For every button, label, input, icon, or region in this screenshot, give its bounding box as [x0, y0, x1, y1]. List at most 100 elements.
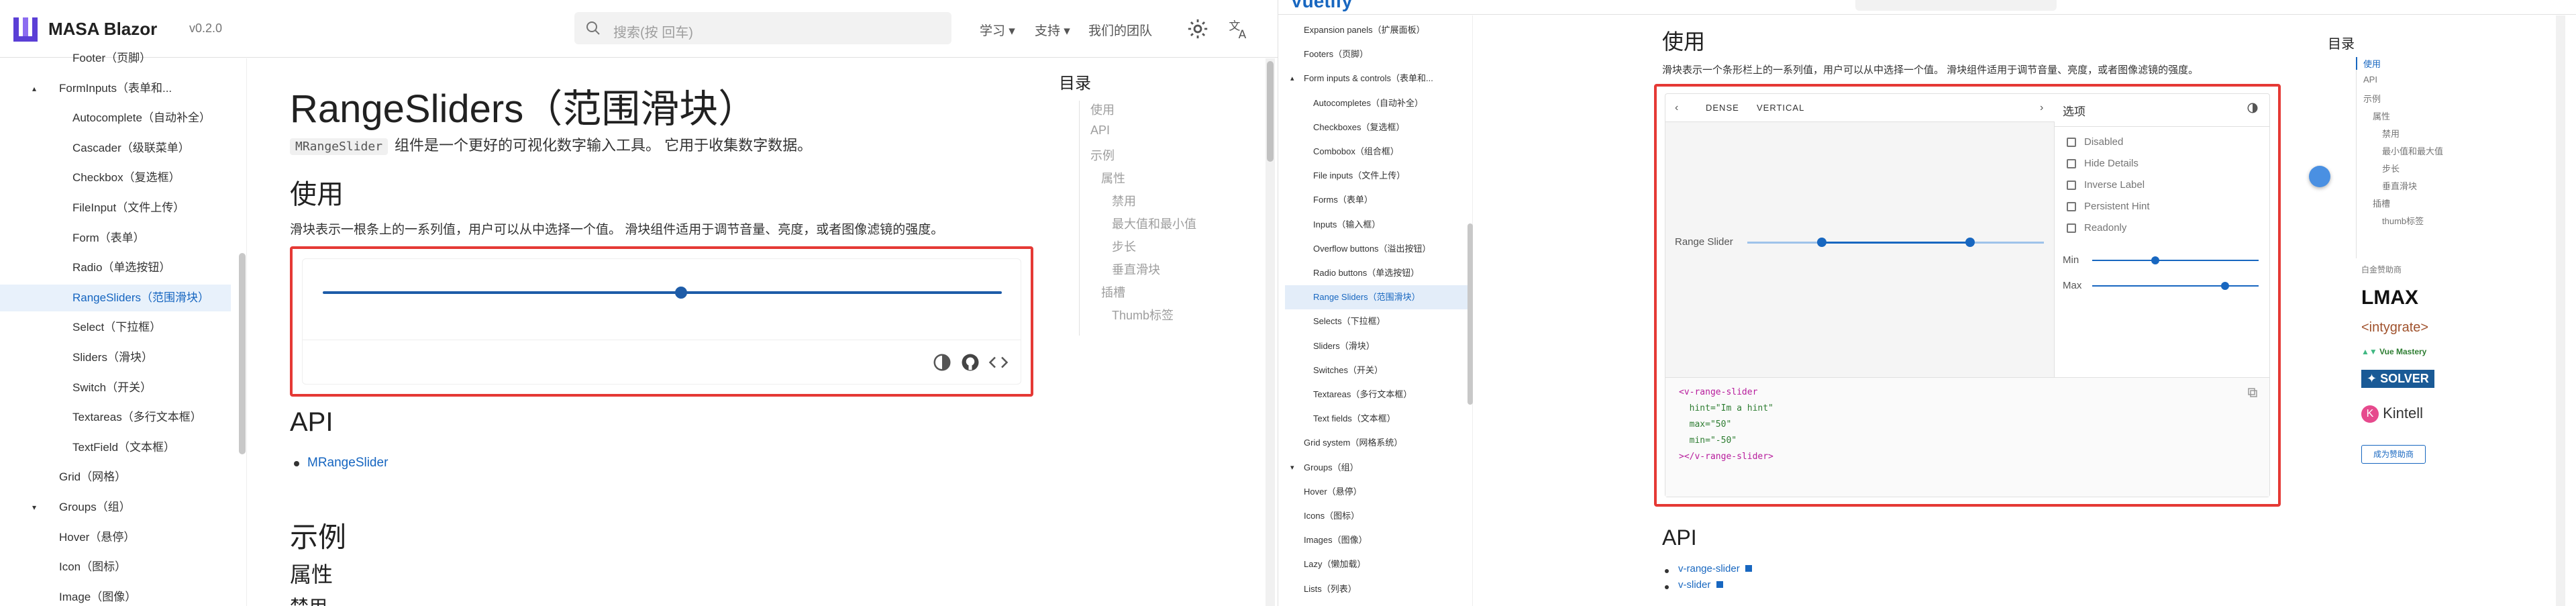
sponsor-solver[interactable]: ✦ SOLVER [2361, 370, 2434, 388]
sidebar-item[interactable]: Combobox（组合框） [1285, 140, 1467, 164]
toc-item[interactable]: 最大值和最小值 [1112, 215, 1196, 232]
theme-toggle-icon[interactable] [932, 352, 952, 372]
sidebar-item[interactable]: Switches（开关） [1285, 358, 1467, 383]
vertical-tab[interactable]: VERTICAL [1757, 103, 1804, 113]
nav-team[interactable]: 我们的团队 [1088, 21, 1152, 39]
slider-thumb[interactable] [675, 287, 687, 299]
gear-icon[interactable] [1186, 17, 1209, 40]
sidebar-item[interactable]: Lazy（懒加载） [1285, 552, 1467, 576]
toc-item[interactable]: 属性 [1101, 169, 1125, 187]
sidebar-item[interactable]: Autocompletes（自动补全） [1285, 91, 1467, 115]
max-slider-thumb[interactable] [2221, 282, 2230, 290]
sidebar-item[interactable]: Radio buttons（单选按钮） [1285, 261, 1467, 285]
max-slider-track[interactable] [2092, 282, 2259, 290]
sponsor-kintell[interactable]: K Kintell [2361, 405, 2423, 423]
code-icon[interactable] [988, 352, 1009, 372]
toc-item[interactable]: 使用 [1090, 101, 1115, 118]
main-scrollbar[interactable] [2556, 15, 2565, 606]
option-checkbox[interactable] [2067, 181, 2076, 190]
sidebar-item[interactable]: Groups（组） ▾ [1285, 456, 1467, 480]
brand-name[interactable]: MASA Blazor [48, 19, 157, 40]
sidebar-item[interactable]: Sliders（滑块） [0, 344, 231, 371]
toc-item[interactable]: 示例 [1090, 146, 1115, 164]
dense-tab[interactable]: DENSE [1706, 103, 1739, 113]
copy-icon[interactable] [2247, 387, 2259, 399]
api-link-v-slider[interactable]: v-slider [1678, 579, 1723, 591]
sidebar-item[interactable]: Form inputs & controls（表单和... ▴ [1285, 66, 1467, 91]
sidebar-item[interactable]: Range Sliders（范围滑块） [1285, 285, 1467, 310]
sidebar-item[interactable]: Selects（下拉框） [1285, 309, 1467, 334]
option-checkbox[interactable] [2067, 202, 2076, 211]
option-checkbox[interactable] [2067, 138, 2076, 147]
toc-item[interactable]: 步长 [2382, 162, 2400, 174]
sidebar-item[interactable]: Form（表单） [0, 225, 231, 252]
github-icon[interactable] [960, 352, 980, 372]
min-slider-track[interactable] [2092, 256, 2259, 264]
sponsor-lmax[interactable]: LMAX [2361, 287, 2418, 309]
chevron-left-icon[interactable]: ‹ [1675, 102, 1679, 114]
sidebar-item[interactable]: Expansion panels（扩展面板） [1285, 18, 1467, 42]
sidebar-item[interactable]: FormInputs（表单和... ▴ [0, 75, 231, 102]
option-checkbox[interactable] [2067, 223, 2076, 233]
toc-item[interactable]: 垂直滑块 [1112, 260, 1160, 278]
toc-item[interactable]: API [1090, 123, 1110, 138]
sidebar-item[interactable]: Select（下拉框） [0, 314, 231, 341]
nav-learn[interactable]: 学习 ▾ [980, 21, 1015, 39]
sidebar-item[interactable]: Radio（单选按钮） [0, 254, 231, 281]
sidebar-item[interactable]: Hover（悬停） [1285, 480, 1467, 504]
api-link-mrangeslider[interactable]: MRangeSlider [307, 456, 388, 470]
sidebar-item[interactable]: Icons（图标） [1285, 504, 1467, 528]
theme-toggle-icon[interactable] [2247, 102, 2259, 114]
sidebar-item[interactable]: Autocomplete（自动补全） [0, 105, 231, 132]
sponsor-vue-mastery[interactable]: ▲▼ Vue Mastery [2361, 347, 2426, 356]
sidebar-item[interactable]: Overflow buttons（溢出按钮） [1285, 237, 1467, 261]
option-checkbox[interactable] [2067, 159, 2076, 168]
sidebar-item[interactable]: Footers（页脚） [1285, 42, 1467, 66]
sidebar-scrollbar-thumb[interactable] [1467, 223, 1473, 405]
become-sponsor-button[interactable]: 成为赞助商 [2361, 445, 2426, 464]
sidebar-item[interactable]: Lists（列表） [1285, 577, 1467, 601]
chevron-up-icon[interactable]: ▴ [32, 84, 42, 93]
sidebar-item[interactable]: Footer（页脚） [0, 45, 231, 72]
sidebar-item[interactable]: Groups（组） ▾ [0, 494, 231, 521]
sidebar-item[interactable]: FileInput（文件上传） [0, 195, 231, 221]
toc-item[interactable]: 插槽 [1101, 283, 1125, 301]
api-link-v-range-slider[interactable]: v-range-slider [1678, 563, 1752, 574]
toc-item[interactable]: 属性 [2373, 109, 2390, 122]
search-input[interactable]: 搜索(按 回车) [574, 12, 951, 44]
sidebar-item[interactable]: TextField（文本框） [0, 434, 231, 461]
range-thumb-max[interactable] [1965, 238, 1975, 247]
sidebar-item[interactable]: Switch（开关） [0, 374, 231, 401]
sidebar-item[interactable]: Textareas（多行文本框） [0, 404, 231, 431]
sidebar-item[interactable]: Grid system（网格系统） [1285, 431, 1467, 455]
sidebar-item[interactable]: Text fields（文本框） [1285, 407, 1467, 431]
sidebar-item[interactable]: Checkboxes（复选框） [1285, 115, 1467, 140]
toc-item[interactable]: 禁用 [2382, 127, 2400, 140]
sidebar-item[interactable]: Image（图像） [0, 584, 231, 606]
sidebar-item[interactable]: Inputs（输入框） [1285, 213, 1467, 237]
range-slider-track[interactable] [1747, 238, 2044, 247]
sidebar-item[interactable]: Images（图像） [1285, 528, 1467, 552]
brand-name[interactable]: Vuetify [1290, 0, 1352, 12]
toc-item[interactable]: thumb标签 [2382, 214, 2424, 227]
chevron-down-icon[interactable]: ▾ [1290, 456, 1294, 480]
sidebar-item[interactable]: Textareas（多行文本框） [1285, 383, 1467, 407]
sidebar-item[interactable]: Cascader（级联菜单） [0, 135, 231, 162]
sidebar-scrollbar-thumb[interactable] [239, 253, 246, 454]
search-input[interactable] [1855, 0, 2057, 11]
sidebar-item[interactable]: Sliders（滑块） [1285, 334, 1467, 358]
chevron-up-icon[interactable]: ▴ [1290, 66, 1294, 91]
sidebar-item[interactable]: File inputs（文件上传） [1285, 164, 1467, 188]
toc-item[interactable]: 最小值和最大值 [2382, 144, 2443, 157]
sponsor-intygrate[interactable]: <intygrate> [2361, 320, 2428, 336]
nav-support[interactable]: 支持 ▾ [1035, 21, 1070, 39]
sidebar-item[interactable]: RangeSliders（范围滑块） [0, 284, 231, 311]
translate-icon[interactable]: 文 A [1228, 17, 1251, 40]
sidebar-item[interactable]: Icon（图标） [0, 554, 231, 580]
toc-item[interactable]: 使用 [2356, 57, 2381, 70]
scrollbar-thumb[interactable] [1267, 61, 1274, 162]
slider-track[interactable] [323, 291, 1002, 294]
floating-action-button[interactable] [2309, 166, 2330, 187]
toc-item[interactable]: API [2363, 74, 2377, 85]
sidebar-item[interactable]: Checkbox（复选框） [0, 164, 231, 191]
